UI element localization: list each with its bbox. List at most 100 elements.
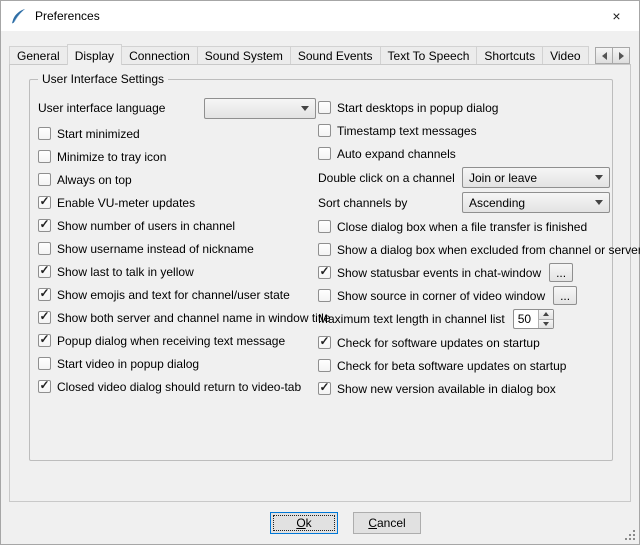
checkbox-label: Auto expand channels [337,147,456,161]
checkbox-label: Show username instead of nickname [57,242,254,256]
checkbox-server-channel-in-title[interactable]: Show both server and channel name in win… [38,311,331,325]
checkbox-emojis-text-state[interactable]: Show emojis and text for channel/user st… [38,288,290,302]
checkbox-box [38,196,51,209]
tab-video[interactable]: Video [542,46,588,65]
checkbox-start-minimized[interactable]: Start minimized [38,127,140,141]
row: Show username instead of nickname [38,237,316,260]
max-text-length-row: Maximum text length in channel list 50 [318,307,610,331]
checkbox-timestamp-messages[interactable]: Timestamp text messages [318,124,477,138]
tab-shortcuts[interactable]: Shortcuts [476,46,543,65]
checkbox-label: Show last to talk in yellow [57,265,194,279]
checkbox-show-user-count[interactable]: Show number of users in channel [38,219,235,233]
tab-sound-events[interactable]: Sound Events [290,46,381,65]
cancel-button[interactable]: Cancel [353,512,421,534]
user-interface-settings-group: User Interface Settings User interface l… [29,79,613,461]
checkbox-new-version-dialog[interactable]: Show new version available in dialog box [318,382,556,396]
checkbox-box [318,266,331,279]
statusbar-events-browse-button[interactable]: ... [549,263,573,282]
checkbox-video-popup-dialog[interactable]: Start video in popup dialog [38,357,199,371]
tab-connection[interactable]: Connection [121,46,198,65]
row: Enable VU-meter updates [38,191,316,214]
left-column: User interface language Start minimized … [38,96,316,398]
window-title: Preferences [35,9,100,23]
checkbox-dialog-when-excluded[interactable]: Show a dialog box when excluded from cha… [318,243,640,257]
checkbox-box [38,380,51,393]
checkbox-label: Show both server and channel name in win… [57,311,331,325]
sort-channels-select[interactable]: Ascending [462,192,610,213]
checkbox-minimize-to-tray[interactable]: Minimize to tray icon [38,150,166,164]
checkbox-box [38,127,51,140]
double-click-select-value: Join or leave [469,171,537,185]
chevron-down-icon [595,175,603,180]
tab-sound-system[interactable]: Sound System [197,46,291,65]
row: Show emojis and text for channel/user st… [38,283,316,306]
ok-button[interactable]: Ok [270,512,338,534]
checkbox-box [38,334,51,347]
spin-up-button[interactable] [539,310,553,320]
tab-bar: General Display Connection Sound System … [9,43,593,65]
tab-display[interactable]: Display [67,44,122,65]
close-button[interactable]: × [594,1,639,30]
row: Auto expand channels [318,142,610,165]
tab-label: General [17,49,60,63]
checkbox-statusbar-events[interactable]: Show statusbar events in chat-window [318,266,541,280]
row: Timestamp text messages [318,119,610,142]
checkbox-label: Show new version available in dialog box [337,382,556,396]
checkbox-box [318,147,331,160]
checkbox-always-on-top[interactable]: Always on top [38,173,132,187]
checkbox-box [318,124,331,137]
checkbox-close-on-transfer-finished[interactable]: Close dialog box when a file transfer is… [318,220,587,234]
tab-scroll-left-button[interactable] [595,47,613,64]
checkbox-username-instead-nickname[interactable]: Show username instead of nickname [38,242,254,256]
title-bar[interactable]: Preferences × [1,1,639,31]
double-click-row: Double click on a channel Join or leave [318,165,610,190]
tab-general[interactable]: General [9,46,68,65]
max-text-length-spinner[interactable]: 50 [513,309,554,329]
checkbox-label: Show emojis and text for channel/user st… [57,288,290,302]
row: Check for beta software updates on start… [318,354,610,377]
checkbox-check-updates[interactable]: Check for software updates on startup [318,336,540,350]
row: Check for software updates on startup [318,331,610,354]
checkbox-check-beta-updates[interactable]: Check for beta software updates on start… [318,359,566,373]
spin-down-icon [543,322,549,326]
row: Show new version available in dialog box [318,377,610,400]
statusbar-events-row: Show statusbar events in chat-window ... [318,261,610,284]
row: Start desktops in popup dialog [318,96,610,119]
language-select[interactable] [204,98,316,119]
video-source-browse-button[interactable]: ... [553,286,577,305]
resize-grip[interactable] [623,528,635,540]
row: Closed video dialog should return to vid… [38,375,316,398]
checkbox-label: Show a dialog box when excluded from cha… [337,243,640,257]
right-column: Start desktops in popup dialog Timestamp… [318,96,610,400]
tab-label: Video [550,49,580,63]
checkbox-label: Start desktops in popup dialog [337,101,498,115]
preferences-dialog: Preferences × General Display Connection… [0,0,640,545]
double-click-select[interactable]: Join or leave [462,167,610,188]
language-row: User interface language [38,96,316,120]
spin-down-button[interactable] [539,320,553,329]
tab-label: Sound Events [298,49,373,63]
sort-channels-label: Sort channels by [318,196,407,210]
max-text-length-label: Maximum text length in channel list [318,312,505,326]
row: Show number of users in channel [38,214,316,237]
checkbox-last-talk-yellow[interactable]: Show last to talk in yellow [38,265,194,279]
checkbox-popup-text-message[interactable]: Popup dialog when receiving text message [38,334,285,348]
checkbox-auto-expand-channels[interactable]: Auto expand channels [318,147,456,161]
checkbox-video-source-corner[interactable]: Show source in corner of video window [318,289,545,303]
checkbox-vu-meter-updates[interactable]: Enable VU-meter updates [38,196,195,210]
checkbox-label: Start minimized [57,127,140,141]
row: Close dialog box when a file transfer is… [318,215,610,238]
checkbox-box [38,150,51,163]
tab-scroll-right-button[interactable] [612,47,630,64]
checkbox-label: Show source in corner of video window [337,289,545,303]
tab-text-to-speech[interactable]: Text To Speech [380,46,478,65]
checkbox-desktops-popup[interactable]: Start desktops in popup dialog [318,101,498,115]
checkbox-box [38,242,51,255]
checkbox-box [38,265,51,278]
checkbox-label: Close dialog box when a file transfer is… [337,220,587,234]
checkbox-label: Timestamp text messages [337,124,477,138]
checkbox-video-return-to-tab[interactable]: Closed video dialog should return to vid… [38,380,301,394]
checkbox-box [318,220,331,233]
row: Show last to talk in yellow [38,260,316,283]
row: Show both server and channel name in win… [38,306,316,329]
